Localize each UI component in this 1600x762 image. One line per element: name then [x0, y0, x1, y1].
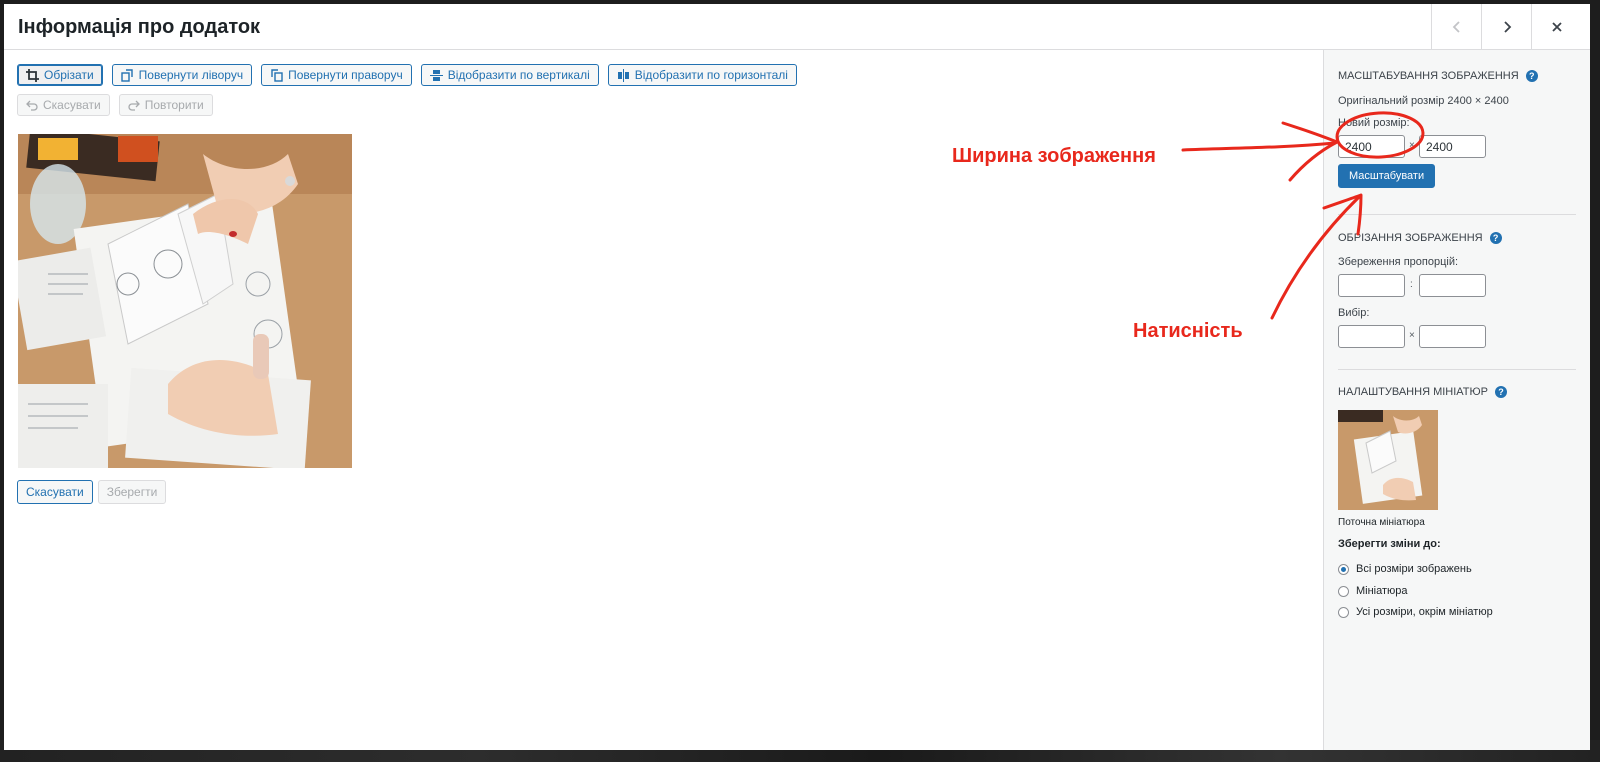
undo-button[interactable]: Скасувати: [17, 94, 110, 116]
flip-horizontal-icon: [617, 68, 629, 82]
aspect-separator: :: [1410, 279, 1413, 290]
size-separator: ×: [1409, 140, 1415, 151]
close-button[interactable]: [1531, 4, 1582, 49]
selection-label: Вибір:: [1338, 307, 1370, 319]
cancel-edit-button[interactable]: Скасувати: [17, 480, 93, 504]
editor-toolbar: Обрізати Повернути ліворуч Повернути пра…: [17, 64, 797, 86]
selection-height-input[interactable]: [1419, 325, 1486, 348]
scale-title-text: Масштабування зображення: [1338, 70, 1519, 82]
original-size-text: Оригінальний розмір 2400 × 2400: [1338, 95, 1509, 107]
current-thumbnail: [1338, 410, 1438, 510]
radio-checked-icon[interactable]: [1338, 563, 1349, 575]
rotate-left-label: Повернути ліворуч: [138, 68, 244, 82]
radio-icon[interactable]: [1338, 606, 1349, 618]
modal-title: Інформація про додаток: [18, 16, 261, 38]
previous-button[interactable]: [1431, 4, 1482, 49]
rotate-right-label: Повернути праворуч: [288, 68, 403, 82]
thumbnail-section-title: Налаштування мініатюр ?: [1338, 386, 1507, 398]
editor-actions: Скасувати Зберегти: [17, 480, 167, 504]
crop-title-text: Обрізання зображення: [1338, 232, 1483, 244]
flip-horizontal-button[interactable]: Відобразити по горизонталі: [607, 64, 797, 86]
editing-image[interactable]: [18, 134, 352, 468]
help-icon[interactable]: ?: [1494, 386, 1507, 398]
rotate-right-icon: [271, 68, 283, 82]
undo-icon: [26, 100, 38, 111]
attachment-details-modal: Інформація про додаток Обрізати Повернут…: [4, 4, 1590, 750]
redo-icon: [128, 100, 140, 111]
close-icon: [1552, 21, 1562, 32]
next-button[interactable]: [1481, 4, 1532, 49]
chevron-left-icon: [1452, 20, 1460, 33]
thumbnail-title-text: Налаштування мініатюр: [1338, 386, 1488, 398]
flip-vertical-label: Відобразити по вертикалі: [447, 68, 590, 82]
radio-icon[interactable]: [1338, 585, 1349, 597]
apply-option-label: Мініатюра: [1356, 585, 1408, 597]
rotate-left-icon: [120, 68, 133, 82]
thumbnail-illustration: [1338, 410, 1438, 510]
apply-option-label: Усі розміри, окрім мініатюр: [1356, 606, 1493, 618]
width-annotation-label: Ширина зображення: [952, 145, 1156, 167]
scale-height-input[interactable]: [1419, 135, 1486, 158]
apply-option-thumbnail[interactable]: Мініатюра: [1338, 585, 1408, 597]
apply-changes-label: Зберегти зміни до:: [1338, 538, 1441, 550]
crop-icon: [26, 68, 39, 82]
crop-section-title: Обрізання зображення ?: [1338, 232, 1502, 244]
help-icon[interactable]: ?: [1489, 232, 1502, 244]
redo-button[interactable]: Повторити: [118, 94, 213, 116]
selection-separator: ×: [1409, 330, 1415, 341]
history-toolbar: Скасувати Повторити: [17, 94, 213, 116]
press-annotation-label: Натисність: [1133, 320, 1243, 342]
undo-label: Скасувати: [43, 98, 101, 112]
scale-width-input[interactable]: [1338, 135, 1405, 158]
selection-width-input[interactable]: [1338, 325, 1405, 348]
flip-vertical-button[interactable]: Відобразити по вертикалі: [420, 64, 599, 86]
apply-option-label: Всі розміри зображень: [1356, 563, 1472, 575]
apply-option-except-thumbnail[interactable]: Усі розміри, окрім мініатюр: [1338, 606, 1493, 618]
new-size-label: Новий розмір:: [1338, 117, 1410, 129]
scale-section-title: Масштабування зображення ?: [1338, 70, 1538, 82]
rotate-left-button[interactable]: Повернути ліворуч: [111, 64, 253, 86]
modal-header: Інформація про додаток: [4, 4, 1590, 50]
scale-button[interactable]: Масштабувати: [1338, 164, 1436, 188]
apply-option-all[interactable]: Всі розміри зображень: [1338, 563, 1472, 575]
image-settings-sidebar: Масштабування зображення ? Оригінальний …: [1323, 50, 1590, 750]
redo-label: Повторити: [144, 98, 204, 112]
photo-illustration: [18, 134, 352, 468]
crop-label: Обрізати: [44, 68, 94, 82]
help-icon[interactable]: ?: [1525, 70, 1538, 82]
section-divider: [1338, 214, 1576, 215]
flip-horizontal-label: Відобразити по горизонталі: [634, 68, 788, 82]
aspect-ratio-label: Збереження пропорцій:: [1338, 256, 1459, 268]
thumbnail-caption: Поточна мініатюра: [1338, 517, 1425, 528]
chevron-right-icon: [1504, 20, 1512, 33]
crop-button[interactable]: Обрізати: [17, 64, 103, 86]
section-divider: [1338, 369, 1576, 370]
flip-vertical-icon: [429, 69, 443, 81]
save-edit-button[interactable]: Зберегти: [97, 480, 167, 504]
rotate-right-button[interactable]: Повернути праворуч: [261, 64, 412, 86]
aspect-height-input[interactable]: [1419, 274, 1486, 297]
aspect-width-input[interactable]: [1338, 274, 1405, 297]
